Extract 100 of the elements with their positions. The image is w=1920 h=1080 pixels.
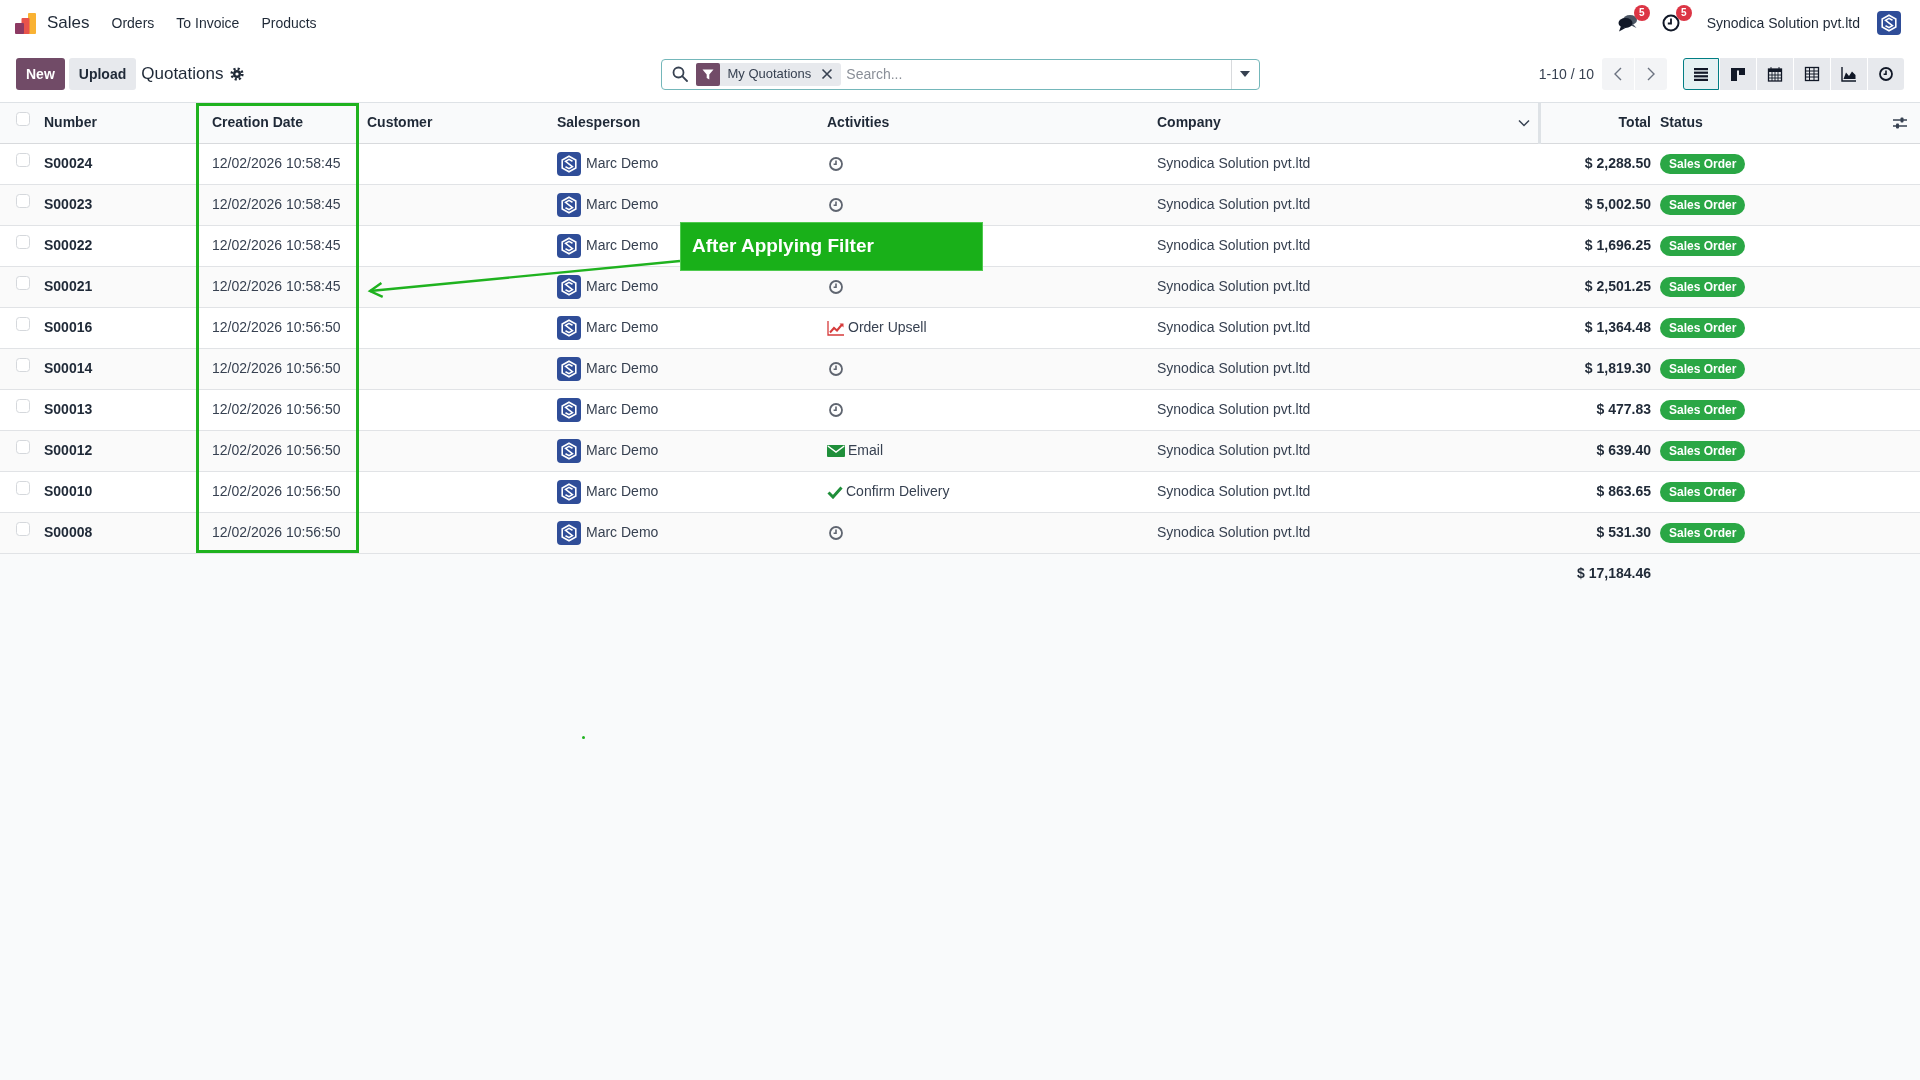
order-total: $ 531.30 [1596,524,1651,540]
area-chart-icon[interactable] [1841,66,1857,82]
status-badge: Sales Order [1660,482,1746,502]
kanban-icon[interactable] [1730,67,1746,81]
line-chart-icon[interactable] [827,319,845,336]
pager-value[interactable]: 1-10 / 10 [1538,63,1594,85]
company-name[interactable]: Synodica Solution pvt.ltd [1706,12,1860,34]
status-badge: Sales Order [1660,195,1746,215]
row-checkbox[interactable] [16,317,30,331]
table-grid-icon[interactable] [1804,66,1820,82]
creation-date: 12/02/2026 10:58:45 [212,278,341,294]
clock-icon[interactable] [1661,14,1680,32]
company-name: Synodica Solution pvt.ltd [1157,442,1311,458]
bar-chart-logo-icon[interactable] [15,12,37,34]
page-title: Quotations [141,63,224,86]
chat-icon[interactable] [1617,14,1638,32]
row-checkbox[interactable] [16,358,30,372]
avatar-icon [557,356,581,381]
view-button[interactable] [1757,58,1793,90]
status-badge: Sales Order [1660,400,1746,420]
order-number: S00024 [44,155,93,171]
view-button[interactable] [1683,58,1719,90]
sliders-icon[interactable] [1893,116,1907,129]
column-header[interactable]: Company [1157,112,1221,134]
company-name: Synodica Solution pvt.ltd [1157,278,1311,294]
list-icon[interactable] [1693,67,1709,81]
company-name: Synodica Solution pvt.ltd [1157,483,1311,499]
column-header[interactable]: Creation Date [212,114,304,131]
row-checkbox[interactable] [16,481,30,495]
creation-date: 12/02/2026 10:58:45 [212,155,341,171]
search-field[interactable]: My Quotations Search... [660,58,1260,90]
view-button[interactable] [1720,58,1756,90]
row-checkbox[interactable] [16,194,30,208]
creation-date: 12/02/2026 10:56:50 [212,483,341,499]
check-icon[interactable] [827,484,843,499]
column-header[interactable]: Salesperson [557,114,641,131]
column-header[interactable]: Status [1660,112,1703,134]
filter-icon[interactable] [695,62,720,86]
avatar-icon [557,192,581,217]
select-all-checkbox[interactable] [16,112,30,127]
row-checkbox[interactable] [16,235,30,249]
new-button[interactable]: New [16,58,65,90]
column-header[interactable]: Activities [827,114,890,131]
menu-item[interactable]: Products [250,12,328,34]
salesperson-name: Marc Demo [586,195,659,214]
creation-date: 12/02/2026 10:58:45 [212,237,341,253]
column-header[interactable]: Number [44,114,97,131]
facet-label: My Quotations [726,65,813,84]
avatar-icon [557,438,581,463]
company-name: Synodica Solution pvt.ltd [1157,237,1311,253]
order-total: $ 863.65 [1596,483,1651,499]
column-header[interactable]: Customer [367,114,433,131]
avatar-icon [557,151,581,176]
avatar-icon [557,479,581,504]
filter-facet[interactable]: My Quotations [695,62,842,86]
activity-label[interactable]: Order Upsell [848,317,927,338]
app-name[interactable]: Sales [47,10,90,36]
chevron-down-icon[interactable] [1517,118,1530,127]
avatar-icon [557,315,581,340]
menu-item[interactable]: To Invoice [165,12,251,34]
activity-label[interactable]: Email [848,440,883,461]
upload-button[interactable]: Upload [68,58,137,90]
search-input[interactable]: Search... [844,61,1231,87]
search-icon[interactable] [671,66,688,82]
row-checkbox[interactable] [16,153,30,167]
activity-label[interactable]: Confirm Delivery [846,481,950,502]
row-checkbox[interactable] [16,522,30,536]
avatar-icon[interactable] [1877,11,1901,35]
order-number: S00012 [44,442,93,458]
calendar-icon[interactable] [1767,66,1783,82]
salesperson-name: Marc Demo [586,523,659,542]
salesperson-name: Marc Demo [586,400,659,419]
status-badge: Sales Order [1660,318,1746,338]
creation-date: 12/02/2026 10:56:50 [212,442,341,458]
order-number: S00016 [44,319,93,335]
clock-icon[interactable] [1879,67,1893,81]
envelope-icon[interactable] [827,443,845,458]
view-button[interactable] [1831,58,1867,90]
view-button[interactable] [1868,58,1904,90]
gear-icon[interactable] [230,67,245,81]
salesperson-name: Marc Demo [586,359,659,378]
close-icon[interactable] [821,68,834,80]
row-checkbox[interactable] [16,399,30,413]
column-header[interactable]: Total [1618,114,1651,131]
creation-date: 12/02/2026 10:56:50 [212,319,341,335]
order-total: $ 1,696.25 [1584,237,1651,253]
avatar-icon [557,233,581,258]
menu-item[interactable]: Orders [100,12,166,34]
notification-badge: 5 [1675,5,1692,21]
avatar-icon [557,520,581,545]
view-button[interactable] [1794,58,1830,90]
row-checkbox[interactable] [16,276,30,290]
annotation-label: After Applying Filter [680,222,983,271]
chevron-left-icon [1614,67,1622,81]
row-checkbox[interactable] [16,440,30,454]
dot-icon [582,736,585,739]
company-name: Synodica Solution pvt.ltd [1157,319,1311,335]
grand-total: $ 17,184.46 [1577,564,1651,581]
creation-date: 12/02/2026 10:56:50 [212,360,341,376]
company-name: Synodica Solution pvt.ltd [1157,155,1311,171]
